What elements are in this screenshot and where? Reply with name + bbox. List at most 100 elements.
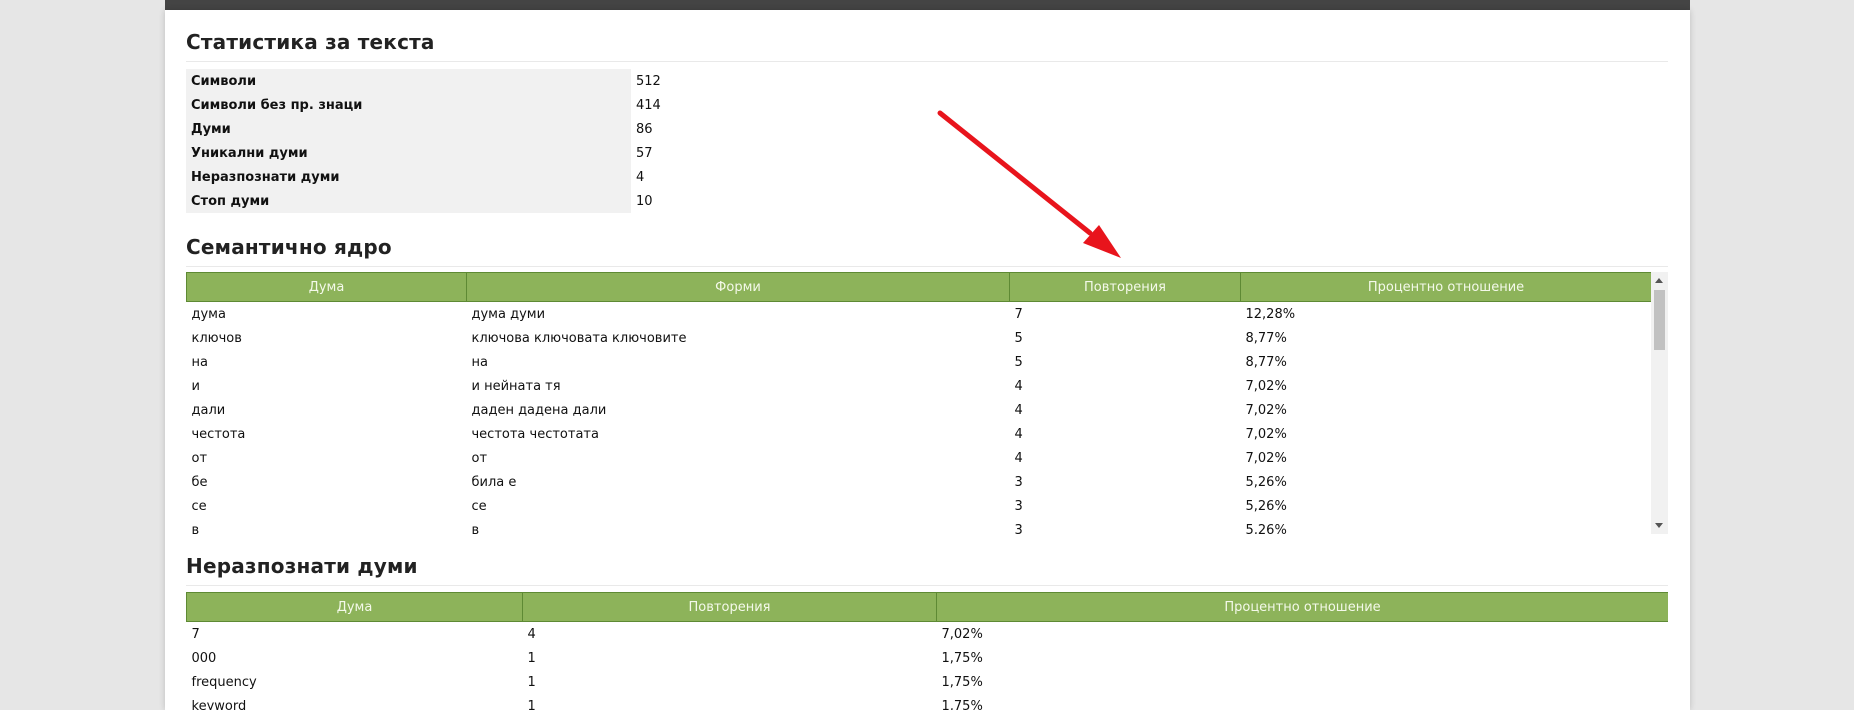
stats-row: Символи 512 <box>186 69 761 93</box>
stats-row: Символи без пр. знаци 414 <box>186 93 761 117</box>
scrollbar-thumb[interactable] <box>1654 290 1665 350</box>
semantic-row: и и нейната тя 4 7,02% <box>187 374 1652 398</box>
cell-word: в <box>191 522 200 535</box>
stats-value: 86 <box>631 117 761 141</box>
column-header-percentage[interactable]: Процентно отношение <box>1240 272 1652 302</box>
cell-word: frequency <box>191 674 257 690</box>
cell-percentage: 7,02% <box>1245 402 1287 418</box>
cell-forms: ключова ключовата ключовите <box>471 330 687 346</box>
column-header-word[interactable]: Дума <box>186 592 523 622</box>
unrecognized-container: Дума Повторения Процентно отношение 7 4 7,… <box>186 592 1668 710</box>
cell-word: дали <box>191 402 226 418</box>
cell-repetitions: 4 <box>527 626 536 642</box>
cell-repetitions: 5 <box>1014 330 1023 346</box>
stats-label: Думи <box>186 117 631 141</box>
cell-repetitions: 3 <box>1014 498 1023 514</box>
cell-forms: дума думи <box>471 306 546 322</box>
scroll-up-icon[interactable] <box>1655 278 1663 283</box>
cell-percentage: 8,77% <box>1245 330 1287 346</box>
cell-percentage: 7,02% <box>941 626 983 642</box>
stats-row: Стоп думи 10 <box>186 189 761 213</box>
stats-title: Статистика за текста <box>186 30 435 54</box>
cell-word: keyword <box>191 698 247 710</box>
semantic-title: Семантично ядро <box>186 235 392 259</box>
cell-forms: честота честотата <box>471 426 599 442</box>
cell-repetitions: 1 <box>527 650 536 666</box>
stats-table: Символи 512 Символи без пр. знаци 414 Ду… <box>186 69 761 213</box>
cell-repetitions: 7 <box>1014 306 1023 322</box>
cell-repetitions: 4 <box>1014 426 1023 442</box>
cell-word: ключов <box>191 330 242 346</box>
cell-percentage: 1,75% <box>941 650 983 666</box>
stats-row: Неразпознати думи 4 <box>186 165 761 189</box>
column-header-repetitions[interactable]: Повторения <box>522 592 937 622</box>
cell-word: от <box>191 450 208 466</box>
scroll-down-icon[interactable] <box>1655 523 1663 528</box>
stats-value: 512 <box>631 69 761 93</box>
cell-percentage: 5,26% <box>1245 498 1287 514</box>
unrecognized-row: 7 4 7,02% <box>187 622 1669 647</box>
unrecognized-title: Неразпознати думи <box>186 554 418 578</box>
cell-word: честота <box>191 426 246 442</box>
semantic-row: дума дума думи 7 12,28% <box>187 302 1652 327</box>
stats-value: 414 <box>631 93 761 117</box>
cell-forms: се <box>471 498 487 514</box>
vertical-scrollbar[interactable] <box>1651 272 1668 534</box>
cell-forms: даден дадена дали <box>471 402 607 418</box>
unrecognized-row: frequency 1 1,75% <box>187 670 1669 694</box>
cell-percentage: 5,26% <box>1245 474 1287 490</box>
stats-value: 10 <box>631 189 761 213</box>
cell-word: 7 <box>191 626 200 642</box>
cell-forms: и нейната тя <box>471 378 561 394</box>
cell-repetitions: 4 <box>1014 378 1023 394</box>
semantic-row: честота честота честотата 4 7,02% <box>187 422 1652 446</box>
cell-forms: в <box>471 522 480 535</box>
semantic-scroll-container[interactable]: Дума Форми Повторения Процентно отношени… <box>186 272 1668 534</box>
cell-percentage: 7,02% <box>1245 450 1287 466</box>
stats-label: Символи <box>186 69 631 93</box>
top-bar <box>165 0 1690 10</box>
cell-repetitions: 1 <box>527 698 536 710</box>
semantic-header-row: Дума Форми Повторения Процентно отношени… <box>186 272 1652 302</box>
cell-repetitions: 3 <box>1014 522 1023 535</box>
semantic-row: се се 3 5,26% <box>187 494 1652 518</box>
cell-word: бе <box>191 474 208 490</box>
column-header-repetitions[interactable]: Повторения <box>1009 272 1241 302</box>
semantic-table: Дума Форми Повторения Процентно отношени… <box>186 272 1652 534</box>
stats-row: Думи 86 <box>186 117 761 141</box>
cell-forms: от <box>471 450 488 466</box>
cell-word: на <box>191 354 208 370</box>
column-header-forms[interactable]: Форми <box>466 272 1010 302</box>
semantic-row: на на 5 8,77% <box>187 350 1652 374</box>
cell-repetitions: 5 <box>1014 354 1023 370</box>
cell-repetitions: 4 <box>1014 402 1023 418</box>
cell-percentage: 8,77% <box>1245 354 1287 370</box>
cell-word: дума <box>191 306 226 322</box>
semantic-row: бе била е 3 5,26% <box>187 470 1652 494</box>
unrecognized-row: 000 1 1,75% <box>187 646 1669 670</box>
stats-value: 57 <box>631 141 761 165</box>
semantic-row: в в 3 5,26% <box>187 518 1652 535</box>
cell-percentage: 5,26% <box>1245 522 1287 535</box>
cell-repetitions: 1 <box>527 674 536 690</box>
stats-label: Уникални думи <box>186 141 631 165</box>
unrecognized-header-row: Дума Повторения Процентно отношение <box>186 592 1668 622</box>
stats-value: 4 <box>631 165 761 189</box>
cell-percentage: 12,28% <box>1245 306 1296 322</box>
cell-percentage: 1,75% <box>941 674 983 690</box>
column-header-word[interactable]: Дума <box>186 272 467 302</box>
unrecognized-title-rule <box>186 585 1668 586</box>
stats-label: Символи без пр. знаци <box>186 93 631 117</box>
stats-title-rule <box>186 61 1668 62</box>
semantic-title-rule <box>186 266 1668 267</box>
unrecognized-table: Дума Повторения Процентно отношение 7 4 7,… <box>186 592 1668 710</box>
cell-word: и <box>191 378 200 394</box>
cell-word: се <box>191 498 207 514</box>
cell-word: 000 <box>191 650 217 666</box>
column-header-percentage[interactable]: Процентно отношение <box>936 592 1668 622</box>
stats-row: Уникални думи 57 <box>186 141 761 165</box>
cell-percentage: 1,75% <box>941 698 983 710</box>
semantic-row: от от 4 7,02% <box>187 446 1652 470</box>
cell-forms: на <box>471 354 488 370</box>
cell-percentage: 7,02% <box>1245 426 1287 442</box>
